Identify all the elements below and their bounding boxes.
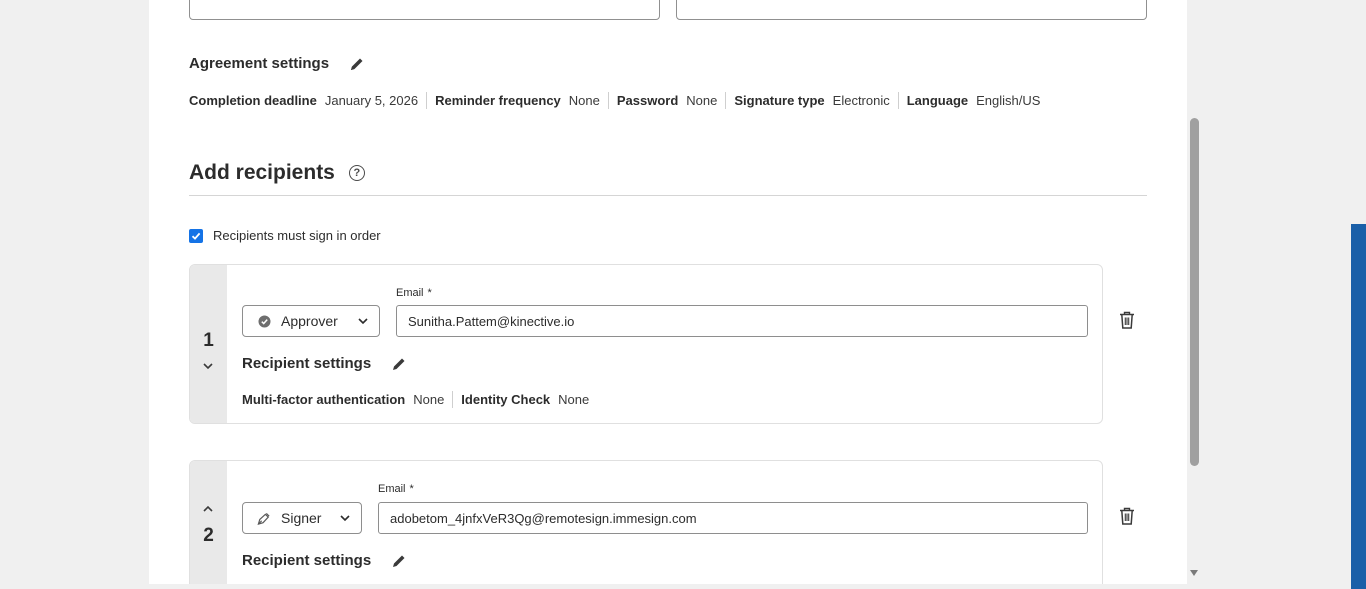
role-dropdown[interactable]: Approver — [242, 305, 380, 337]
recipient-card-1: 1 Approver Email* Recipient settings Mul… — [189, 264, 1103, 424]
scroll-down-arrow-icon[interactable] — [1190, 570, 1198, 576]
delete-recipient-trash-icon[interactable] — [1119, 311, 1135, 329]
divider — [897, 92, 899, 109]
chevron-down-icon — [358, 318, 368, 325]
setting-label: Password — [616, 93, 679, 108]
top-right-input[interactable] — [676, 0, 1147, 20]
setting-label: Reminder frequency — [435, 93, 561, 108]
setting-label: Signature type — [734, 93, 825, 108]
role-dropdown[interactable]: Signer — [242, 502, 362, 534]
agreement-settings-title: Agreement settings — [189, 55, 330, 72]
section-divider — [189, 195, 1147, 196]
email-input[interactable] — [378, 502, 1088, 534]
divider — [725, 92, 727, 109]
approver-check-icon — [257, 314, 271, 328]
setting-value: None — [686, 93, 718, 108]
required-asterisk: * — [427, 287, 432, 299]
email-label: Email * — [378, 483, 414, 495]
divider — [607, 92, 609, 109]
email-label-text: Email — [378, 483, 406, 495]
recipient-number: 2 — [203, 525, 214, 546]
setting-value: None — [558, 392, 590, 407]
chevron-up-icon[interactable] — [202, 505, 214, 513]
setting-label: Multi-factor authentication — [242, 392, 406, 407]
email-label: Email * — [396, 287, 432, 299]
setting-value: None — [568, 93, 600, 108]
add-recipients-title: Add recipients — [189, 161, 335, 184]
delete-recipient-trash-icon[interactable] — [1119, 507, 1135, 525]
setting-label: Completion deadline — [189, 93, 317, 108]
recipient-settings-title: Recipient settings — [242, 355, 372, 372]
setting-label: Identity Check — [461, 392, 551, 407]
recipient-settings-title: Recipient settings — [242, 552, 372, 569]
role-label: Signer — [281, 510, 322, 526]
edit-recipient-settings-pencil-icon[interactable] — [391, 356, 407, 372]
chevron-down-icon[interactable] — [202, 362, 214, 370]
role-label: Approver — [281, 313, 338, 329]
side-panel-edge — [1351, 224, 1366, 589]
help-icon[interactable]: ? — [348, 165, 365, 181]
recipient-settings-header: Recipient settings — [242, 355, 407, 372]
setting-label: Language — [906, 93, 969, 108]
signer-pen-icon — [257, 511, 271, 525]
recipient-card-2: 2 Signer Email* Recipient settings — [189, 460, 1103, 584]
top-left-input[interactable] — [189, 0, 660, 20]
sign-in-order-option: Recipients must sign in order — [189, 228, 381, 243]
edit-recipient-settings-pencil-icon[interactable] — [391, 553, 407, 569]
main-panel: Agreement settings Completion deadline J… — [149, 0, 1187, 584]
agreement-settings-summary: Completion deadline January 5, 2026 Remi… — [189, 92, 1040, 109]
agreement-settings-header: Agreement settings — [189, 55, 365, 72]
email-label-text: Email — [396, 287, 424, 299]
recipient-settings-summary: Multi-factor authentication None Identit… — [242, 391, 589, 408]
required-asterisk: * — [409, 483, 414, 495]
setting-value: None — [413, 392, 445, 407]
scrollbar-thumb[interactable] — [1190, 118, 1199, 466]
add-recipients-header: Add recipients ? — [189, 161, 365, 185]
chevron-down-icon — [340, 515, 350, 522]
checkmark-icon — [191, 232, 201, 240]
email-input[interactable] — [396, 305, 1088, 337]
setting-value: January 5, 2026 — [324, 93, 419, 108]
divider — [426, 92, 428, 109]
recipient-order-rail: 2 — [190, 461, 227, 584]
setting-value: English/US — [976, 93, 1041, 108]
setting-value: Electronic — [832, 93, 890, 108]
edit-agreement-settings-pencil-icon[interactable] — [349, 56, 365, 72]
sign-in-order-label: Recipients must sign in order — [213, 228, 381, 243]
divider — [452, 391, 454, 408]
recipient-order-rail: 1 — [190, 265, 227, 423]
recipient-number: 1 — [203, 330, 214, 351]
sign-in-order-checkbox[interactable] — [189, 228, 203, 243]
recipient-settings-header: Recipient settings — [242, 552, 407, 569]
